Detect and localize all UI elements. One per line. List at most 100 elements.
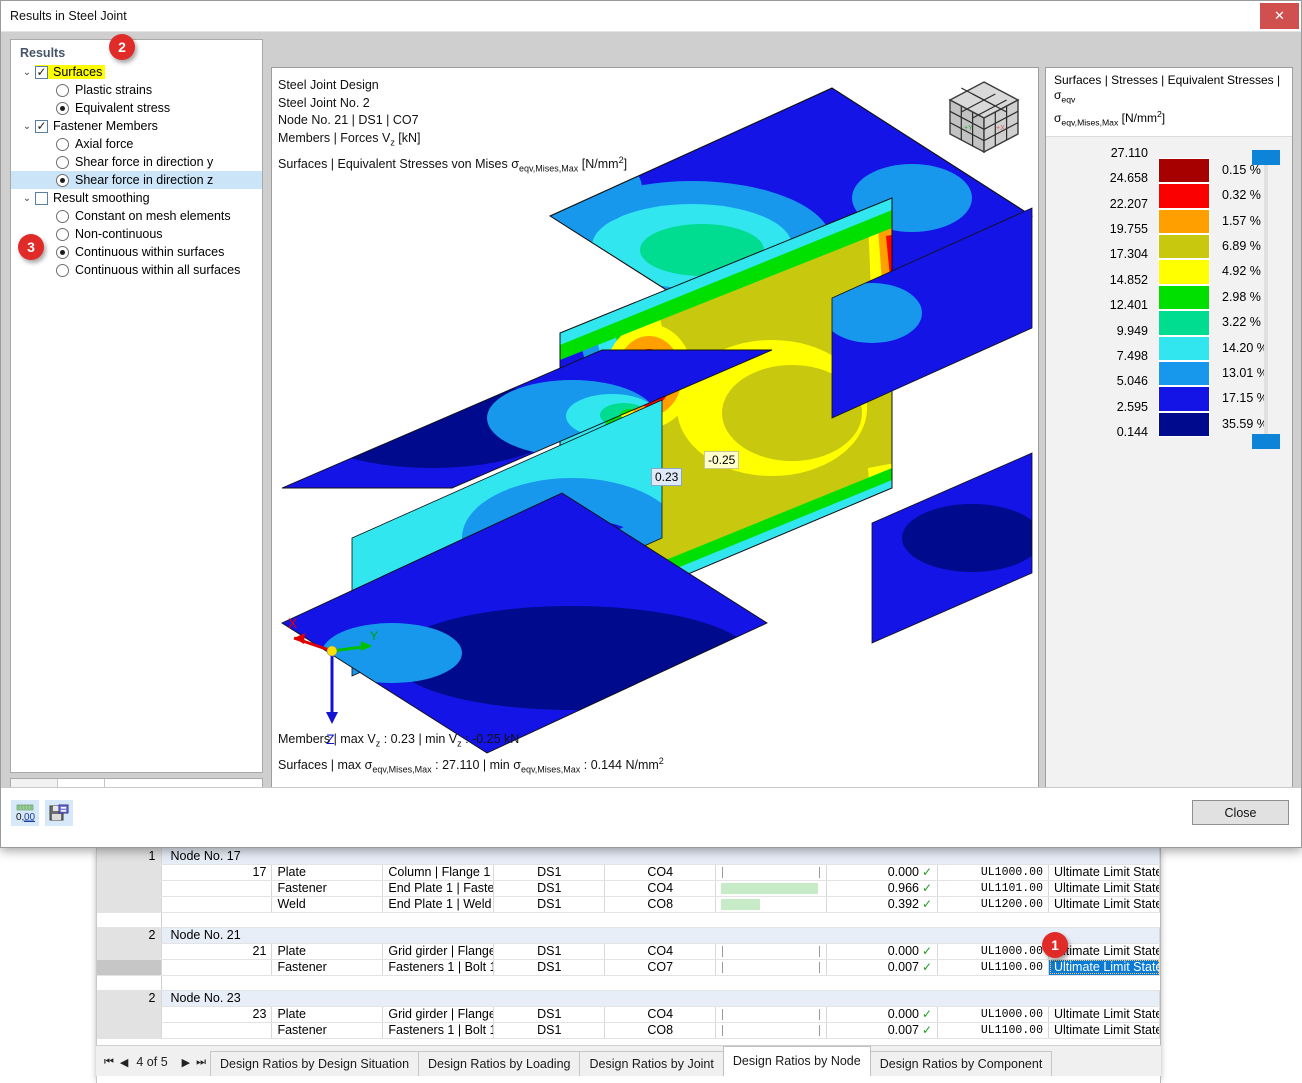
row-selector[interactable]: [97, 1006, 162, 1023]
tab-design-ratios-by-node[interactable]: Design Ratios by Node: [722, 1046, 871, 1076]
cell-check-description[interactable]: Ultimate Limit State | Fillet weld check: [1048, 896, 1160, 913]
cell-object-no: 23: [161, 1006, 273, 1023]
group-node-label: Node No. 21: [161, 927, 1160, 944]
tree-item-axial-force[interactable]: Axial force: [11, 135, 262, 153]
tree-item-non-continuous[interactable]: Non-continuous: [11, 225, 262, 243]
cell-type: Plate: [271, 864, 384, 881]
row-selector[interactable]: [97, 1022, 162, 1039]
cell-object-no: 17: [161, 864, 273, 881]
legend-slider-track[interactable]: [1264, 156, 1268, 443]
tree-item-shear-force-in-direction-y[interactable]: Shear force in direction y: [11, 153, 262, 171]
tree-item-label: Non-continuous: [75, 227, 163, 241]
cell-ratio-bar: [715, 1006, 828, 1023]
tree-item-result-smoothing[interactable]: ⌄ Result smoothing: [11, 189, 262, 207]
radio-button[interactable]: [56, 227, 69, 241]
tree-item-constant-on-mesh-elements[interactable]: Constant on mesh elements: [11, 207, 262, 225]
chevron-down-icon[interactable]: ⌄: [19, 67, 35, 78]
close-icon[interactable]: ✕: [1260, 3, 1299, 29]
radio-button[interactable]: [56, 263, 69, 277]
cell-check-description[interactable]: Ultimate Limit State | Plate check: [1048, 1006, 1160, 1023]
cell-description: Fasteners 1 | Bolt 1, 1: [382, 1022, 495, 1039]
cell-check-description[interactable]: Ultimate Limit State | Prestressed Bolt …: [1048, 880, 1160, 897]
radio-button[interactable]: [56, 155, 69, 169]
cell-ratio-bar: [715, 943, 828, 960]
row-selector[interactable]: [97, 880, 162, 897]
row-selector[interactable]: [97, 896, 162, 913]
navigation-cube-icon[interactable]: +Y +X: [942, 76, 1026, 160]
tab-design-ratios-by-joint[interactable]: Design Ratios by Joint: [579, 1051, 724, 1076]
tree-item-label: Surfaces: [53, 65, 103, 79]
table-row[interactable]: FastenerFasteners 1 | Bolt 1, 2DS1CO7 0.0…: [97, 959, 1160, 976]
decimal-places-icon[interactable]: 0, 00: [11, 800, 39, 826]
table-row[interactable]: Weld End Plate 1 | Weld 3 DS1 CO8 0.392 ✓ UL12…: [97, 896, 1160, 913]
save-settings-icon[interactable]: [45, 800, 73, 826]
table-row[interactable]: 21PlateGrid girder | Flange 1DS1CO4 0.000…: [97, 943, 1160, 960]
table-row[interactable]: FastenerEnd Plate 1 | Fasteners 1 | Bolt…: [97, 880, 1160, 897]
cell-check-description[interactable]: Ultimate Limit State | Bolt Check: [1048, 959, 1160, 976]
table-row[interactable]: 17 Plate Column | Flange 1 DS1 CO4 0.000 ✓ UL10…: [97, 864, 1160, 881]
tree-item-shear-force-in-direction-z[interactable]: Shear force in direction z: [11, 171, 262, 189]
results-tree[interactable]: Results ⌄ Surfaces Plastic strains Equivale…: [11, 40, 262, 279]
legend-color-swatch: [1158, 157, 1210, 184]
legend-value: 27.110: [1110, 145, 1148, 160]
view-header-line-2: Steel Joint No. 2: [278, 95, 370, 110]
tree-item-continuous-within-surfaces[interactable]: Continuous within surfaces: [11, 243, 262, 261]
row-selector[interactable]: [97, 864, 162, 881]
tree-item-fastener-members[interactable]: ⌄ Fastener Members: [11, 117, 262, 135]
pager-first-icon[interactable]: ⏮: [104, 1056, 114, 1069]
row-selector[interactable]: [97, 943, 162, 960]
close-button[interactable]: Close: [1192, 800, 1289, 825]
chevron-down-icon[interactable]: ⌄: [19, 193, 35, 204]
legend-title: Surfaces | Stresses | Equivalent Stresse…: [1046, 68, 1292, 137]
table-group-row[interactable]: 2 Node No. 23: [97, 990, 1160, 1007]
legend-range-slider[interactable]: [1238, 147, 1294, 449]
tree-item-equivalent-stress[interactable]: Equivalent stress: [11, 99, 262, 117]
view-footer-members: Members | max Vz : 0.23 | min Vz : -0.25…: [278, 731, 520, 749]
table-row[interactable]: 23PlateGrid girder | Flange 1DS1CO4 0.000…: [97, 1006, 1160, 1023]
checkbox[interactable]: [35, 119, 48, 133]
tree-item-label: Equivalent stress: [75, 101, 171, 115]
checkbox[interactable]: [35, 191, 48, 205]
row-number: 2: [97, 990, 162, 1007]
cell-design-ratio: 0.000 ✓: [826, 864, 939, 881]
legend-color-swatch: [1158, 233, 1210, 260]
tab-design-ratios-by-design-situation[interactable]: Design Ratios by Design Situation: [210, 1051, 420, 1076]
table-row[interactable]: FastenerFasteners 1 | Bolt 1, 1DS1CO8 0.0…: [97, 1022, 1160, 1039]
radio-button[interactable]: [56, 245, 69, 259]
radio-button[interactable]: [56, 209, 69, 223]
cell-object-no: [161, 880, 273, 897]
pager-next-icon[interactable]: ▶: [182, 1056, 190, 1069]
table-pager[interactable]: ⏮ ◀ 4 of 5 ▶ ⏭: [96, 1048, 210, 1076]
tree-item-continuous-within-all-surfaces[interactable]: Continuous within all surfaces: [11, 261, 262, 279]
cell-design-ratio: 0.007 ✓: [826, 959, 939, 976]
legend-color-swatch: [1158, 360, 1210, 387]
chevron-down-icon[interactable]: ⌄: [19, 121, 35, 132]
cell-object-no: 21: [161, 943, 273, 960]
radio-button[interactable]: [56, 101, 69, 115]
cell-check-formula: UL1200.00: [937, 896, 1049, 913]
cell-description: Grid girder | Flange 1: [382, 1006, 495, 1023]
pager-last-icon[interactable]: ⏭: [196, 1056, 206, 1069]
table-group-row[interactable]: 1 Node No. 17: [97, 848, 1160, 865]
radio-button[interactable]: [56, 83, 69, 97]
radio-button[interactable]: [56, 137, 69, 151]
legend-slider-thumb-bottom[interactable]: [1252, 433, 1280, 449]
cell-check-description[interactable]: Ultimate Limit State | Bolt Check: [1048, 1022, 1160, 1039]
tree-item-surfaces[interactable]: ⌄ Surfaces: [11, 63, 262, 81]
tab-design-ratios-by-loading[interactable]: Design Ratios by Loading: [418, 1051, 581, 1076]
cell-check-description[interactable]: Ultimate Limit State | Plate check: [1048, 864, 1160, 881]
checkbox[interactable]: [35, 65, 48, 79]
legend-slider-thumb-top[interactable]: [1252, 149, 1280, 165]
bottom-tab-strip[interactable]: ⏮ ◀ 4 of 5 ▶ ⏭ Design Ratios by Design S…: [96, 1045, 1161, 1076]
cell-ratio-bar: [715, 864, 828, 881]
radio-button[interactable]: [56, 173, 69, 187]
legend-scale: 27.110 24.658 22.207 19.755 17.304 14.852 12.4…: [1046, 145, 1294, 449]
tab-design-ratios-by-component[interactable]: Design Ratios by Component: [869, 1051, 1053, 1076]
table-group-row[interactable]: 2 Node No. 21: [97, 927, 1160, 944]
model-3d-view[interactable]: X Y Z Steel Joint Design Steel Joint No.…: [271, 67, 1039, 832]
pager-prev-icon[interactable]: ◀: [120, 1056, 128, 1069]
tree-item-plastic-strains[interactable]: Plastic strains: [11, 81, 262, 99]
cell-design-situation: DS1: [493, 880, 606, 897]
cell-design-situation: DS1: [493, 1006, 606, 1023]
row-selector[interactable]: [97, 959, 162, 976]
